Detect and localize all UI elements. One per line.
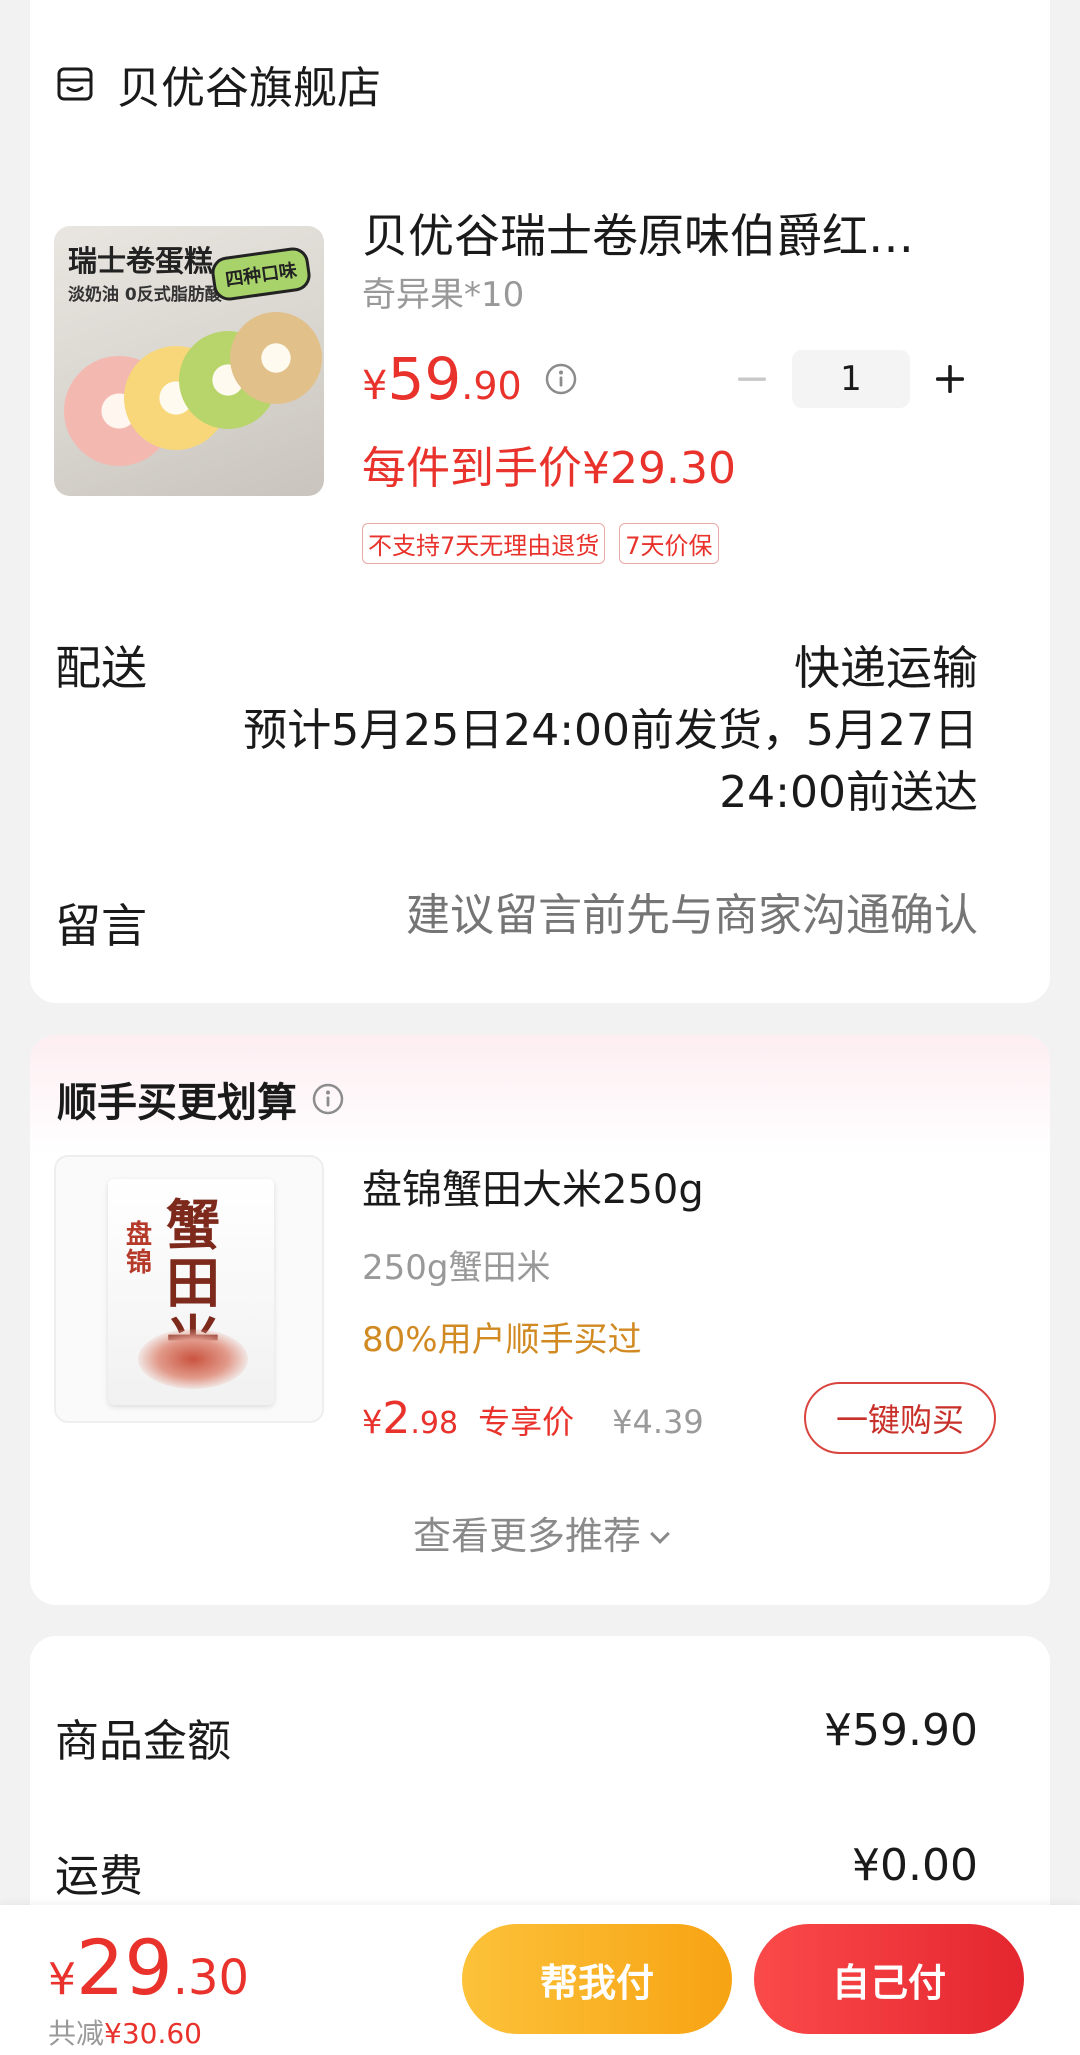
total-integer: 29: [76, 1923, 173, 2012]
delivery-method[interactable]: 快递运输: [794, 632, 978, 698]
product-image[interactable]: 瑞士卷蛋糕 淡奶油 0反式脂肪酸 四种口味: [54, 226, 324, 496]
recommend-price-decimal: .98: [410, 1406, 459, 1441]
discount-value: ¥30.60: [104, 2017, 202, 2050]
recommend-title-text: 顺手买更划算: [57, 1080, 297, 1126]
more-recommend-label: 查看更多推荐: [412, 1514, 641, 1558]
product-title[interactable]: 贝优谷瑞士卷原味伯爵红…: [362, 200, 962, 266]
help-pay-button[interactable]: 帮我付: [462, 1924, 732, 2034]
info-icon[interactable]: [544, 362, 578, 396]
original-price: ¥4.39: [612, 1403, 704, 1441]
discount-label: 共减: [48, 2017, 105, 2050]
store-header[interactable]: 贝优谷旗舰店: [55, 52, 381, 116]
chevron-down-icon: [650, 1524, 670, 1544]
service-tags: 不支持7天无理由退货 7天价保: [362, 523, 719, 564]
recommend-price-integer: 2: [382, 1393, 411, 1444]
crab-illustration: [138, 1329, 248, 1389]
plus-icon[interactable]: [930, 359, 970, 399]
recommend-spec: 250g蟹田米: [362, 1248, 551, 1288]
goods-amount-label: 商品金额: [55, 1716, 231, 1767]
shipping-value: ¥0.00: [852, 1840, 978, 1891]
price-integer: 59: [387, 345, 462, 413]
quantity-stepper: 1: [732, 350, 970, 408]
total-price: ¥ 29 .30: [48, 1923, 249, 2012]
recommend-title: 顺手买更划算: [57, 1070, 345, 1128]
shipping-label: 运费: [55, 1851, 143, 1902]
product-spec[interactable]: 奇异果*10: [362, 267, 524, 316]
recommend-name[interactable]: 盘锦蟹田大米250g: [362, 1157, 704, 1215]
total-decimal: .30: [172, 1950, 250, 2006]
info-icon[interactable]: [311, 1082, 345, 1116]
product-price: ¥ 59 .90: [362, 345, 578, 413]
delivery-time: 预计5月25日24:00前发货，5月27日24:00前送达: [243, 705, 978, 818]
message-label: 留言: [55, 899, 147, 953]
quantity-value[interactable]: 1: [792, 350, 910, 408]
more-recommend-link[interactable]: 查看更多推荐: [0, 1505, 1080, 1560]
price-protect-tag: 7天价保: [619, 523, 719, 564]
discount-info[interactable]: 共减 ¥30.60: [48, 2012, 202, 2052]
no-return-tag: 不支持7天无理由退货: [362, 523, 606, 564]
exclusive-price-tag: 专享价: [478, 1403, 575, 1441]
recommend-product-image[interactable]: 盘锦 蟹田米: [54, 1155, 324, 1423]
rice-bag-graphic: 盘锦 蟹田米: [108, 1179, 274, 1405]
recommend-popularity: 80%用户顺手买过: [362, 1320, 642, 1360]
product-image-badge: 四种口味: [209, 245, 313, 303]
message-input[interactable]: [278, 890, 978, 941]
price-decimal: .90: [461, 364, 522, 408]
goods-amount-value: ¥59.90: [824, 1705, 978, 1756]
store-icon: [57, 67, 93, 101]
order-card: [30, 0, 1050, 1003]
recommend-price: ¥ 2 .98 专享价 ¥4.39: [362, 1393, 704, 1444]
store-name: 贝优谷旗舰店: [117, 63, 381, 114]
recommend-price-symbol: ¥: [362, 1403, 383, 1441]
minus-icon[interactable]: [732, 359, 772, 399]
product-image-title: 瑞士卷蛋糕: [68, 244, 214, 278]
deal-price: 每件到手价¥29.30: [362, 443, 736, 494]
one-click-buy-button[interactable]: 一键购买: [804, 1382, 996, 1454]
total-symbol: ¥: [48, 1954, 76, 2005]
self-pay-button[interactable]: 自己付: [754, 1924, 1024, 2034]
rice-bag-brand: 盘锦: [126, 1220, 153, 1278]
product-image-subtitle: 淡奶油 0反式脂肪酸: [68, 285, 222, 305]
price-symbol: ¥: [362, 363, 388, 409]
delivery-label: 配送: [55, 641, 147, 695]
